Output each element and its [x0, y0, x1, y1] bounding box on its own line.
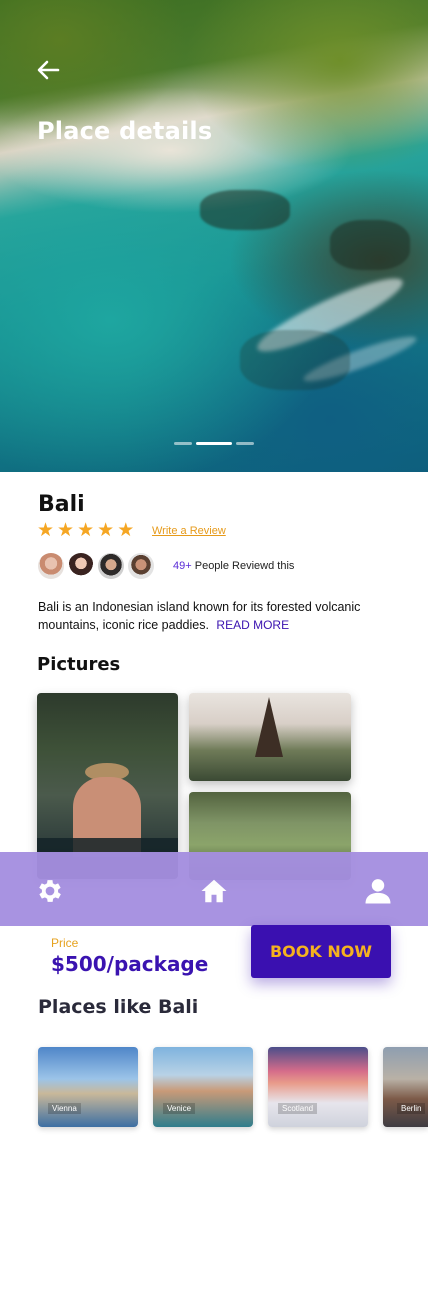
star-icon: ★	[57, 520, 75, 541]
price-label: Price	[51, 936, 79, 950]
reviewers-summary: 49+ People Reviewd this	[173, 560, 294, 572]
picture-temple-decoration	[255, 697, 283, 757]
write-review-link[interactable]: Write a Review	[152, 525, 226, 537]
avatar[interactable]	[98, 553, 124, 579]
reviewers-text: People Reviewd this	[194, 560, 295, 572]
place-card-label: Berlin	[397, 1103, 426, 1114]
star-icon: ★	[117, 520, 135, 541]
home-icon[interactable]	[199, 876, 229, 906]
carousel-dot[interactable]	[174, 442, 192, 445]
read-more-link[interactable]: READ MORE	[216, 618, 289, 632]
user-icon[interactable]	[363, 876, 393, 906]
avatar[interactable]	[68, 553, 94, 579]
carousel-dot[interactable]	[236, 442, 254, 445]
place-card-label: Scotland	[278, 1103, 318, 1114]
rating-stars: ★ ★ ★ ★ ★	[37, 521, 134, 541]
star-icon: ★	[37, 520, 55, 541]
star-icon: ★	[77, 520, 95, 541]
description-text: Bali is an Indonesian island known for i…	[38, 600, 361, 632]
gear-icon[interactable]	[35, 876, 65, 906]
carousel-indicator	[174, 442, 254, 445]
book-now-button[interactable]: BOOK NOW	[251, 925, 391, 978]
hero-rock-decoration	[330, 220, 410, 270]
hero-rock-decoration	[200, 190, 290, 230]
price-value: $500/package	[51, 952, 209, 976]
place-card[interactable]: Berlin	[383, 1047, 428, 1127]
avatar[interactable]	[38, 553, 64, 579]
place-description: Bali is an Indonesian island known for i…	[38, 598, 378, 634]
star-icon: ★	[97, 520, 115, 541]
reviewer-avatars	[38, 553, 154, 579]
picture-thumbnail[interactable]	[189, 693, 351, 781]
place-card[interactable]: Scotland	[268, 1047, 368, 1127]
avatar[interactable]	[128, 553, 154, 579]
place-card-label: Venice	[163, 1103, 196, 1114]
back-arrow-icon[interactable]	[34, 56, 62, 84]
similar-places-heading: Places like Bali	[38, 996, 199, 1018]
hero-rock-decoration	[240, 330, 350, 390]
page-title: Place details	[37, 117, 213, 145]
bottom-nav	[0, 852, 428, 926]
place-card-label: Vienna	[48, 1103, 81, 1114]
carousel-dot-active[interactable]	[196, 442, 232, 445]
hero-image: Place details	[0, 0, 428, 472]
pictures-heading: Pictures	[37, 654, 121, 675]
reviewers-count: 49+	[173, 560, 192, 572]
place-card[interactable]: Vienna	[38, 1047, 138, 1127]
place-card[interactable]: Venice	[153, 1047, 253, 1127]
place-name: Bali	[38, 492, 85, 517]
